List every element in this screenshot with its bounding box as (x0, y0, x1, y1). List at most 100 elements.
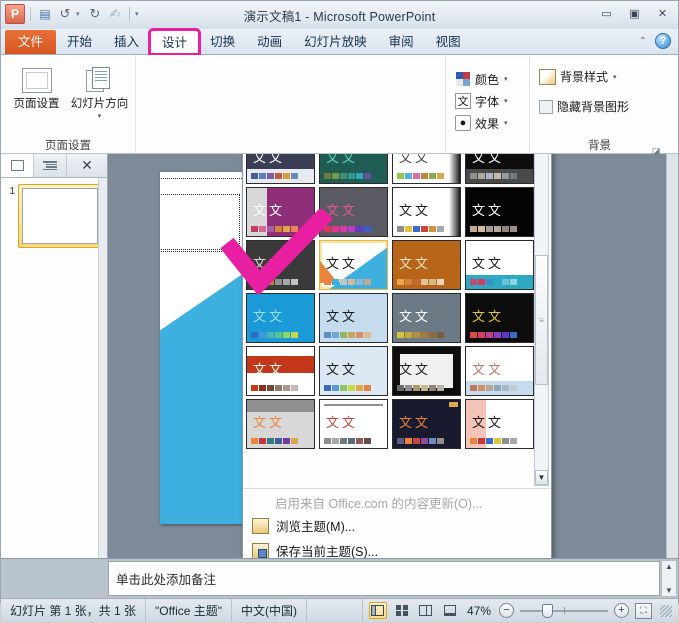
thumb-sample-text: 文文 (399, 204, 432, 219)
slides-tab-icon (10, 160, 24, 171)
status-theme-name[interactable]: "Office 主题" (146, 598, 233, 623)
resize-grip[interactable] (660, 604, 672, 617)
zoom-slider-midpoint (564, 607, 565, 614)
tab-design[interactable]: 设计 (148, 28, 202, 56)
thumb-color-swatches (470, 332, 517, 338)
theme-thumbnail[interactable]: 文文 (319, 346, 388, 396)
theme-thumbnail[interactable]: 文文 (246, 240, 315, 290)
theme-thumbnail[interactable]: 文文 (246, 293, 315, 343)
page-setup-button[interactable]: 页面设置 (7, 62, 66, 111)
theme-effects-caret-icon[interactable]: ▾ (504, 119, 508, 127)
minimize-ribbon-icon[interactable]: ⌃ (639, 36, 647, 47)
zoom-slider-thumb[interactable] (542, 604, 553, 618)
status-language[interactable]: 中文(中国) (232, 598, 308, 623)
slide-orientation-caret-icon[interactable]: ▾ (71, 110, 129, 123)
theme-effects-label: 效果 (475, 116, 500, 131)
browse-themes-icon (252, 517, 269, 534)
close-button[interactable]: ✕ (653, 5, 672, 22)
menu-item-save-theme[interactable]: 保存当前主题(S)... (243, 538, 551, 558)
minimize-button[interactable]: ▭ (597, 5, 616, 22)
slides-tab[interactable] (1, 154, 34, 177)
slide-thumbnail-item[interactable]: 1 (5, 184, 103, 248)
background-dialog-launcher[interactable]: ◪ (651, 143, 661, 156)
outline-tab[interactable] (34, 154, 67, 177)
thumb-sample-text: 文文 (472, 257, 505, 272)
tab-insert[interactable]: 插入 (103, 30, 150, 54)
theme-thumbnail[interactable]: 文文 (465, 154, 534, 184)
restore-button[interactable]: ▣ (625, 5, 644, 22)
tab-home[interactable]: 开始 (56, 30, 103, 54)
slide-show-button[interactable] (441, 602, 459, 619)
fit-slide-button[interactable]: ⛶ (635, 602, 652, 619)
ribbon-group-background: 背景样式 ▾ 隐藏背景图形 背景 ◪ (529, 55, 669, 156)
help-icon[interactable]: ? (655, 33, 671, 49)
subtitle-placeholder[interactable] (160, 194, 240, 252)
theme-thumbnail[interactable]: 文文 (392, 293, 461, 343)
notes-scroll-up-icon[interactable]: ▲ (665, 562, 673, 571)
ribbon-body: 页面设置 幻灯片方向 ▾ 页面设置 颜色 ▾ 文 字体 ▾ ● 效果 ▾ 背景样… (1, 55, 678, 156)
theme-thumbnail[interactable]: 文文 (319, 240, 388, 290)
theme-colors-caret-icon[interactable]: ▾ (504, 75, 508, 83)
theme-thumbnail[interactable]: 文文 (465, 187, 534, 237)
theme-colors-button[interactable]: 颜色 ▾ (452, 69, 511, 90)
theme-thumbnail[interactable]: 文文 (392, 399, 461, 449)
gallery-scroll-thumb[interactable]: ≡ (535, 255, 548, 385)
close-pane-button[interactable]: ✕ (67, 154, 107, 177)
theme-thumbnail[interactable]: 文文 (465, 293, 534, 343)
tab-view[interactable]: 视图 (425, 30, 472, 54)
slide-thumbnail-selected[interactable] (18, 184, 102, 248)
theme-thumbnail[interactable]: 文文 (246, 154, 315, 184)
theme-effects-button[interactable]: ● 效果 ▾ (452, 113, 511, 134)
ribbon-right-controls: ⌃ ? (639, 33, 671, 49)
theme-thumbnail[interactable]: 文文 (319, 293, 388, 343)
theme-thumbnail[interactable]: 文文 (246, 187, 315, 237)
zoom-percentage[interactable]: 47% (465, 604, 493, 618)
outline-tab-icon (43, 160, 57, 171)
theme-thumbnail[interactable]: 文文 (392, 154, 461, 184)
normal-view-icon (371, 605, 385, 616)
notes-scrollbar[interactable]: ▲ ▼ (661, 560, 677, 597)
theme-thumbnail[interactable]: 文文 (319, 187, 388, 237)
theme-thumbnail[interactable]: 文文 (392, 240, 461, 290)
reading-view-button[interactable] (417, 602, 435, 619)
zoom-slider[interactable] (520, 603, 608, 618)
theme-fonts-button[interactable]: 文 字体 ▾ (452, 91, 511, 112)
notes-placeholder[interactable]: 单击此处添加备注 (108, 561, 660, 596)
menu-item-browse-themes[interactable]: 浏览主题(M)... (243, 513, 551, 538)
slide-orientation-button[interactable]: 幻灯片方向 ▾ (70, 62, 129, 123)
slide-orientation-icon (85, 62, 114, 98)
theme-thumbnail[interactable]: 文文 (392, 346, 461, 396)
hide-background-graphics-checkbox[interactable]: 隐藏背景图形 (536, 96, 632, 117)
theme-thumbnail[interactable]: 文文 (319, 399, 388, 449)
gallery-scroll-down-icon[interactable]: ▼ (535, 470, 548, 485)
gallery-scrollbar[interactable]: ▲ ≡ ▼ (534, 154, 549, 486)
theme-thumbnail[interactable]: 文文 (246, 399, 315, 449)
normal-view-button[interactable] (368, 602, 387, 619)
zoom-out-button[interactable]: − (499, 603, 514, 618)
tab-file[interactable]: 文件 (5, 30, 57, 54)
thumb-sample-text: 文文 (399, 363, 432, 378)
theme-fonts-caret-icon[interactable]: ▾ (504, 97, 508, 105)
slide-navigation-pane: ✕ 1 (1, 154, 108, 558)
theme-thumbnail[interactable]: 文文 (465, 346, 534, 396)
theme-thumbnail[interactable]: 文文 (465, 399, 534, 449)
tab-review[interactable]: 审阅 (378, 30, 425, 54)
tab-animations[interactable]: 动画 (246, 30, 293, 54)
tab-slideshow[interactable]: 幻灯片放映 (293, 30, 378, 54)
theme-thumbnail[interactable]: 文文 (246, 346, 315, 396)
theme-thumbnail[interactable]: 文文 (392, 187, 461, 237)
notes-scroll-down-icon[interactable]: ▼ (665, 586, 673, 595)
theme-thumbnail[interactable]: 文文 (319, 154, 388, 184)
menu-item-browse-themes-label: 浏览主题(M)... (276, 520, 356, 534)
zoom-in-button[interactable]: + (614, 603, 629, 618)
background-styles-caret-icon[interactable]: ▾ (613, 73, 617, 81)
background-styles-button[interactable]: 背景样式 ▾ (536, 66, 620, 87)
tab-transitions[interactable]: 切换 (199, 30, 246, 54)
slide-sorter-view-button[interactable] (393, 602, 411, 619)
slide-pane-scrollbar[interactable] (98, 178, 107, 558)
canvas-scrollbar[interactable] (666, 154, 678, 558)
theme-thumbnail[interactable]: 文文 (465, 240, 534, 290)
thumb-color-swatches (397, 385, 444, 391)
thumb-sample-text: 文文 (253, 154, 286, 166)
thumb-accent (449, 188, 460, 236)
